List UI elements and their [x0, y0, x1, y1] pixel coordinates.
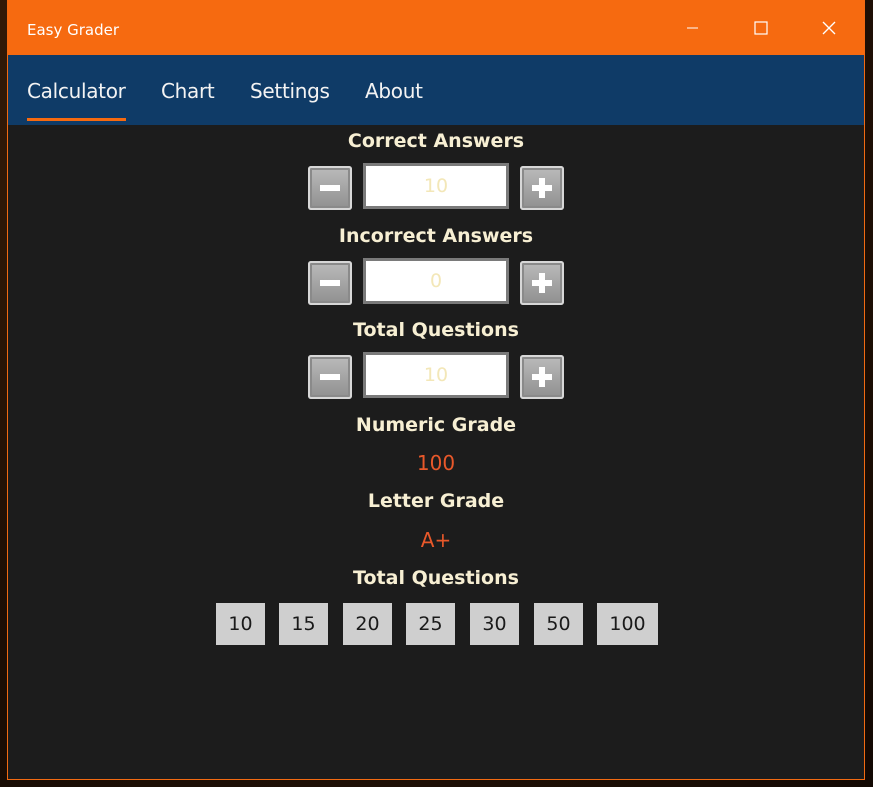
total-increment-button[interactable] [520, 355, 564, 399]
correct-answers-stepper: 10 [308, 163, 566, 211]
minus-icon [320, 374, 340, 380]
letter-grade-label: Letter Grade [367, 490, 505, 512]
minus-icon [320, 280, 340, 286]
app-window: Easy Grader Calculator Chart Settings Ab… [7, 0, 865, 780]
quick-total-button-50[interactable]: 50 [534, 603, 583, 645]
selected-tab-indicator [27, 118, 126, 121]
quick-total-button-10[interactable]: 10 [216, 603, 265, 645]
incorrect-answers-stepper: 0 [308, 258, 566, 306]
maximize-icon [754, 20, 768, 35]
quick-total-button-25[interactable]: 25 [406, 603, 455, 645]
correct-answers-input[interactable]: 10 [363, 163, 509, 209]
close-icon [822, 21, 836, 34]
minimize-button[interactable] [660, 0, 726, 55]
app-title: Easy Grader [27, 21, 120, 39]
incorrect-answers-input[interactable]: 0 [363, 258, 509, 304]
correct-answers-label: Correct Answers [347, 130, 525, 152]
total-questions-stepper: 10 [308, 352, 566, 400]
correct-decrement-button[interactable] [308, 166, 352, 210]
total-questions-input[interactable]: 10 [363, 352, 509, 398]
correct-increment-button[interactable] [520, 166, 564, 210]
incorrect-increment-button[interactable] [520, 261, 564, 305]
incorrect-decrement-button[interactable] [308, 261, 352, 305]
tab-chart[interactable]: Chart [161, 79, 215, 103]
minimize-icon [687, 27, 698, 28]
close-button[interactable] [796, 0, 862, 55]
tab-calculator[interactable]: Calculator [27, 79, 126, 103]
incorrect-answers-label: Incorrect Answers [338, 225, 534, 247]
quick-total-button-30[interactable]: 30 [470, 603, 519, 645]
minus-icon [320, 185, 340, 191]
plus-icon [532, 367, 552, 387]
quick-total-button-15[interactable]: 15 [279, 603, 328, 645]
tab-settings[interactable]: Settings [250, 79, 330, 103]
tab-about[interactable]: About [365, 79, 423, 103]
plus-icon [532, 273, 552, 293]
total-questions-label: Total Questions [353, 319, 519, 341]
numeric-grade-value: 100 [416, 451, 456, 475]
quick-total-button-20[interactable]: 20 [343, 603, 392, 645]
letter-grade-value: A+ [420, 528, 452, 552]
total-decrement-button[interactable] [308, 355, 352, 399]
title-bar[interactable]: Easy Grader [8, 0, 864, 55]
plus-icon [532, 178, 552, 198]
numeric-grade-label: Numeric Grade [355, 414, 517, 436]
nav-bar: Calculator Chart Settings About [8, 55, 864, 125]
calculator-panel: Correct Answers 10 Incorrect Answers 0 T… [8, 125, 864, 780]
quick-totals-label: Total Questions [353, 567, 519, 589]
maximize-button[interactable] [728, 0, 794, 55]
quick-total-button-100[interactable]: 100 [597, 603, 658, 645]
